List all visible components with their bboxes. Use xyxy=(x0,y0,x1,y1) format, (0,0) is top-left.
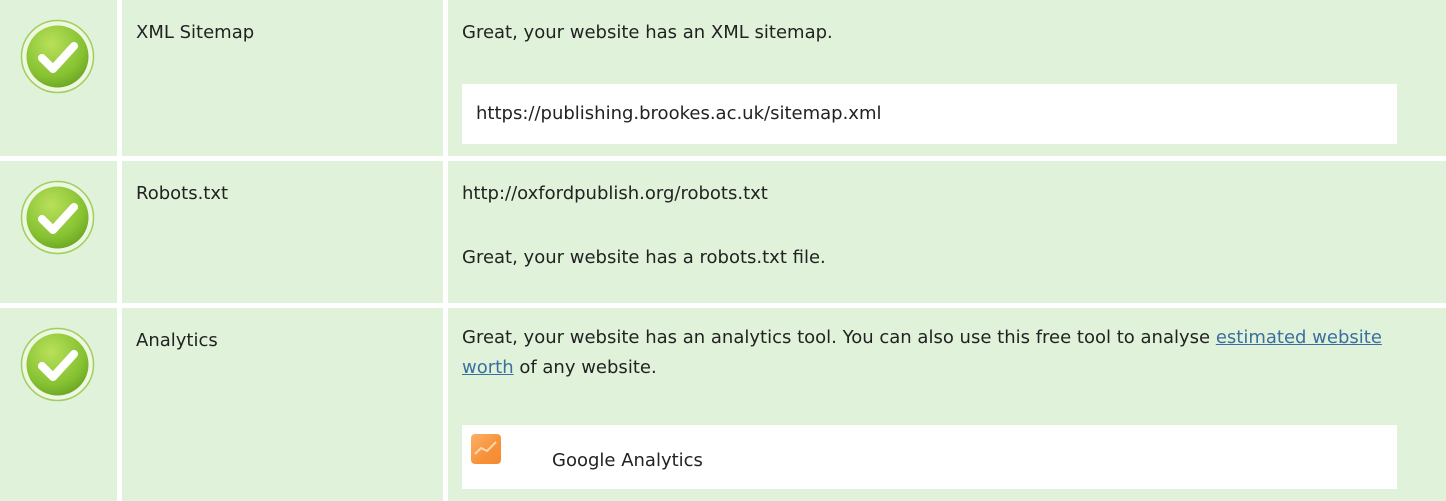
check-label: Analytics xyxy=(136,330,218,351)
result-message: Great, your website has an XML sitemap. xyxy=(462,22,833,43)
check-label-cell: XML Sitemap xyxy=(122,0,443,156)
check-label: Robots.txt xyxy=(136,183,229,204)
message-text: Great, your website has an analytics too… xyxy=(462,327,1216,348)
table-row-xml-sitemap: XML Sitemap Great, your website has an X… xyxy=(0,0,1446,156)
status-cell xyxy=(0,161,117,303)
result-message: Great, your website has a robots.txt fil… xyxy=(462,247,826,268)
check-result-cell: http://oxfordpublish.org/robots.txt Grea… xyxy=(448,161,1446,303)
sitemap-url-box: https://publishing.brookes.ac.uk/sitemap… xyxy=(462,84,1397,144)
analytics-tool-box: Google Analytics xyxy=(462,425,1397,489)
table-row-analytics: Analytics Great, your website has an ana… xyxy=(0,308,1446,501)
status-cell xyxy=(0,0,117,156)
check-result-cell: Great, your website has an analytics too… xyxy=(448,308,1446,501)
check-circle-icon xyxy=(20,180,95,255)
chart-line-icon xyxy=(474,441,497,455)
google-analytics-icon xyxy=(471,434,501,464)
sitemap-url: https://publishing.brookes.ac.uk/sitemap… xyxy=(476,103,882,124)
check-result-cell: Great, your website has an XML sitemap. … xyxy=(448,0,1446,156)
status-cell xyxy=(0,308,117,501)
check-label-cell: Analytics xyxy=(122,308,443,501)
table-row-robots-txt: Robots.txt http://oxfordpublish.org/robo… xyxy=(0,161,1446,303)
check-label: XML Sitemap xyxy=(136,22,255,43)
robots-url: http://oxfordpublish.org/robots.txt xyxy=(462,183,768,204)
result-message: Great, your website has an analytics too… xyxy=(462,323,1392,383)
check-circle-icon xyxy=(20,19,95,94)
analytics-tool-name: Google Analytics xyxy=(552,450,703,471)
seo-checks-table: XML Sitemap Great, your website has an X… xyxy=(0,0,1446,501)
check-label-cell: Robots.txt xyxy=(122,161,443,303)
check-circle-icon xyxy=(20,327,95,402)
message-text-end: of any website. xyxy=(513,357,657,378)
